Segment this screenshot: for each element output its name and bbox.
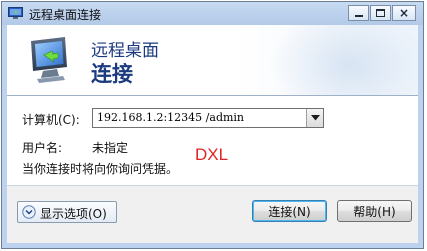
close-icon: ×: [398, 6, 410, 20]
chevron-down-icon: [310, 115, 320, 121]
show-options-button[interactable]: 显示选项(O): [17, 201, 117, 223]
credentials-info-text: 当你连接时将向你询问凭据。: [22, 162, 179, 176]
maximize-button[interactable]: [370, 5, 391, 21]
watermark-text: DXL: [195, 145, 229, 164]
show-options-label: 显示选项(O): [40, 207, 107, 221]
computer-label: 计算机(C):: [22, 113, 80, 127]
help-button[interactable]: 帮助(H): [337, 200, 412, 222]
caption-buttons: ×: [347, 5, 416, 22]
connection-form: 计算机(C): 192.168.1.2:12345 /admin 用户名: 未指…: [7, 96, 418, 185]
minimize-icon: [355, 15, 363, 17]
connect-button[interactable]: 连接(N): [252, 200, 327, 222]
expand-options-icon: [22, 205, 36, 219]
title-bar[interactable]: 远程桌面连接 ×: [2, 2, 423, 25]
computer-combobox[interactable]: 192.168.1.2:12345 /admin: [92, 108, 324, 128]
maximize-icon: [376, 9, 385, 17]
window-title: 远程桌面连接: [29, 8, 102, 22]
banner-title-line2: 连接: [91, 62, 133, 86]
minimize-button[interactable]: [348, 5, 369, 21]
username-label: 用户名:: [22, 141, 63, 155]
remote-desktop-window: 远程桌面连接 × 远程桌面 连接 计算机(C): 192.168.1.2:123…: [1, 1, 424, 249]
remote-desktop-icon: [8, 7, 23, 19]
computer-input[interactable]: 192.168.1.2:12345 /admin: [97, 111, 244, 124]
username-value: 未指定: [92, 141, 129, 155]
header-banner: 远程桌面 连接: [7, 25, 418, 95]
remote-desktop-monitor-icon: [31, 37, 67, 83]
close-button[interactable]: ×: [392, 5, 416, 21]
computer-dropdown-button[interactable]: [306, 109, 323, 127]
dialog-footer: 显示选项(O) 连接(N) 帮助(H): [7, 185, 418, 243]
